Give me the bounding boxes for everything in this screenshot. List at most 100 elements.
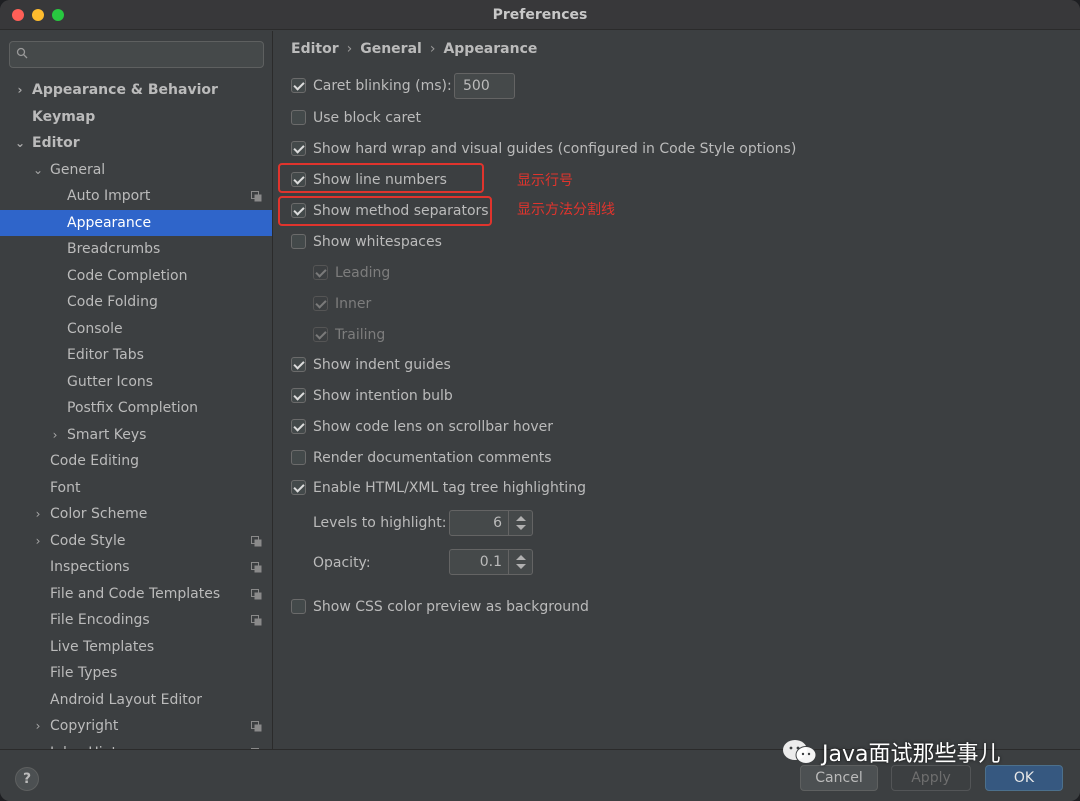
hard-wrap-label[interactable]: Show hard wrap and visual guides (config… bbox=[313, 138, 796, 160]
whitespaces-checkbox[interactable] bbox=[291, 234, 306, 249]
caret-blinking-input[interactable]: 500 bbox=[454, 73, 515, 99]
sidebar-item-keymap[interactable]: Keymap bbox=[0, 104, 272, 131]
leading-label: Leading bbox=[335, 265, 391, 281]
breadcrumb-general[interactable]: General bbox=[360, 41, 422, 57]
sidebar-item-auto-import[interactable]: Auto Import bbox=[0, 183, 272, 210]
sidebar-item-code-folding[interactable]: Code Folding bbox=[0, 289, 272, 316]
sidebar-item-label: Editor bbox=[32, 135, 80, 151]
hard-wrap-checkbox[interactable] bbox=[291, 141, 306, 156]
spinner-arrows[interactable] bbox=[508, 550, 532, 574]
sidebar-item-label: Auto Import bbox=[67, 188, 151, 204]
preferences-window: Preferences › Appearance & Behavior Keym… bbox=[0, 0, 1080, 801]
sidebar-item-android-layout-editor[interactable]: Android Layout Editor bbox=[0, 687, 272, 714]
render-docs-checkbox[interactable] bbox=[291, 450, 306, 465]
arrow-up-icon[interactable] bbox=[516, 516, 526, 521]
search-input[interactable] bbox=[9, 41, 264, 68]
sidebar-item-gutter-icons[interactable]: Gutter Icons bbox=[0, 369, 272, 396]
sidebar-item-label: Smart Keys bbox=[67, 426, 147, 443]
sidebar-item-color-scheme[interactable]: › Color Scheme bbox=[0, 501, 272, 528]
chevron-right-icon[interactable]: › bbox=[32, 528, 44, 555]
arrow-down-icon[interactable] bbox=[516, 564, 526, 569]
caret-blinking-checkbox[interactable] bbox=[291, 78, 306, 93]
intention-bulb-checkbox[interactable] bbox=[291, 388, 306, 403]
chevron-down-icon[interactable]: ⌄ bbox=[32, 157, 44, 184]
sidebar-item-label: Live Templates bbox=[50, 638, 155, 655]
sidebar-item-postfix-completion[interactable]: Postfix Completion bbox=[0, 395, 272, 422]
project-settings-icon bbox=[251, 191, 262, 202]
sidebar-item-breadcrumbs[interactable]: Breadcrumbs bbox=[0, 236, 272, 263]
arrow-down-icon[interactable] bbox=[516, 525, 526, 530]
sidebar-item-label: Code Style bbox=[50, 532, 126, 549]
sidebar-item-inspections[interactable]: Inspections bbox=[0, 554, 272, 581]
css-preview-checkbox[interactable] bbox=[291, 599, 306, 614]
settings-tree: › Appearance & Behavior Keymap ⌄ Editor … bbox=[0, 77, 272, 750]
opacity-label: Opacity: bbox=[313, 555, 371, 571]
whitespaces-label[interactable]: Show whitespaces bbox=[313, 231, 442, 253]
block-caret-checkbox[interactable] bbox=[291, 110, 306, 125]
sidebar-item-appearance-behavior[interactable]: › Appearance & Behavior bbox=[0, 77, 272, 104]
breadcrumb-appearance: Appearance bbox=[443, 41, 538, 57]
opacity-spinner[interactable]: 0.1 bbox=[449, 549, 533, 575]
sidebar-item-console[interactable]: Console bbox=[0, 316, 272, 343]
code-lens-checkbox[interactable] bbox=[291, 419, 306, 434]
chevron-right-icon[interactable]: › bbox=[14, 77, 26, 104]
tag-tree-checkbox[interactable] bbox=[291, 480, 306, 495]
cancel-button[interactable]: Cancel bbox=[800, 765, 878, 791]
sidebar-item-file-code-templates[interactable]: File and Code Templates bbox=[0, 581, 272, 608]
sidebar-item-code-style[interactable]: › Code Style bbox=[0, 528, 272, 555]
sidebar-item-label: Keymap bbox=[32, 108, 96, 125]
sidebar-item-label: Color Scheme bbox=[50, 506, 148, 522]
caret-blinking-label[interactable]: Caret blinking (ms): bbox=[313, 75, 452, 97]
sidebar-item-label: Console bbox=[67, 320, 123, 337]
apply-button[interactable]: Apply bbox=[891, 765, 971, 791]
inner-checkbox[interactable] bbox=[313, 296, 328, 311]
levels-value[interactable]: 6 bbox=[493, 511, 502, 535]
sidebar-item-code-editing[interactable]: Code Editing bbox=[0, 448, 272, 475]
spinner-arrows[interactable] bbox=[508, 511, 532, 535]
render-docs-label[interactable]: Render documentation comments bbox=[313, 447, 552, 469]
css-preview-label[interactable]: Show CSS color preview as background bbox=[313, 596, 589, 618]
sidebar-item-copyright[interactable]: › Copyright bbox=[0, 713, 272, 740]
sidebar-item-file-types[interactable]: File Types bbox=[0, 660, 272, 687]
indent-guides-label[interactable]: Show indent guides bbox=[313, 354, 451, 376]
settings-content: Editor › General › Appearance Caret blinking… bbox=[274, 31, 1080, 749]
levels-spinner[interactable]: 6 bbox=[449, 510, 533, 536]
watermark-text: Java面试那些事儿 bbox=[822, 742, 1001, 767]
intention-bulb-label[interactable]: Show intention bulb bbox=[313, 385, 453, 407]
trailing-checkbox[interactable] bbox=[313, 327, 328, 342]
sidebar-item-inlay-hints[interactable]: › Inlay Hints bbox=[0, 740, 272, 750]
leading-checkbox[interactable] bbox=[313, 265, 328, 280]
indent-guides-checkbox[interactable] bbox=[291, 357, 306, 372]
sidebar-item-smart-keys[interactable]: › Smart Keys bbox=[0, 422, 272, 449]
settings-sidebar: › Appearance & Behavior Keymap ⌄ Editor … bbox=[0, 31, 273, 749]
tag-tree-label[interactable]: Enable HTML/XML tag tree highlighting bbox=[313, 477, 586, 499]
chevron-right-icon[interactable]: › bbox=[32, 713, 44, 740]
opacity-value[interactable]: 0.1 bbox=[480, 550, 502, 574]
sidebar-item-label: Copyright bbox=[50, 718, 119, 734]
sidebar-item-general[interactable]: ⌄ General bbox=[0, 157, 272, 184]
code-lens-label[interactable]: Show code lens on scrollbar hover bbox=[313, 416, 553, 438]
sidebar-item-editor-tabs[interactable]: Editor Tabs bbox=[0, 342, 272, 369]
inner-label: Inner bbox=[335, 296, 372, 312]
sidebar-item-live-templates[interactable]: Live Templates bbox=[0, 634, 272, 661]
arrow-up-icon[interactable] bbox=[516, 555, 526, 560]
ok-button[interactable]: OK bbox=[985, 765, 1063, 791]
breadcrumb: Editor › General › Appearance bbox=[291, 41, 537, 57]
sidebar-item-file-encodings[interactable]: File Encodings bbox=[0, 607, 272, 634]
block-caret-label[interactable]: Use block caret bbox=[313, 107, 421, 129]
sidebar-item-label: Editor Tabs bbox=[67, 347, 144, 363]
annotation-method-separators: 显示方法分割线 bbox=[517, 202, 615, 218]
chevron-right-icon[interactable]: › bbox=[32, 501, 44, 528]
sidebar-item-editor[interactable]: ⌄ Editor bbox=[0, 130, 272, 157]
trailing-label: Trailing bbox=[335, 327, 386, 343]
chevron-right-icon[interactable]: › bbox=[32, 740, 44, 750]
sidebar-item-code-completion[interactable]: Code Completion bbox=[0, 263, 272, 290]
chevron-right-icon[interactable]: › bbox=[49, 422, 61, 449]
breadcrumb-editor[interactable]: Editor bbox=[291, 41, 339, 57]
window-title: Preferences bbox=[492, 7, 588, 23]
chevron-down-icon[interactable]: ⌄ bbox=[14, 130, 26, 157]
sidebar-item-label: Gutter Icons bbox=[67, 373, 154, 390]
help-button[interactable]: ? bbox=[15, 767, 39, 791]
sidebar-item-font[interactable]: Font bbox=[0, 475, 272, 502]
sidebar-item-appearance[interactable]: Appearance bbox=[0, 209, 272, 236]
